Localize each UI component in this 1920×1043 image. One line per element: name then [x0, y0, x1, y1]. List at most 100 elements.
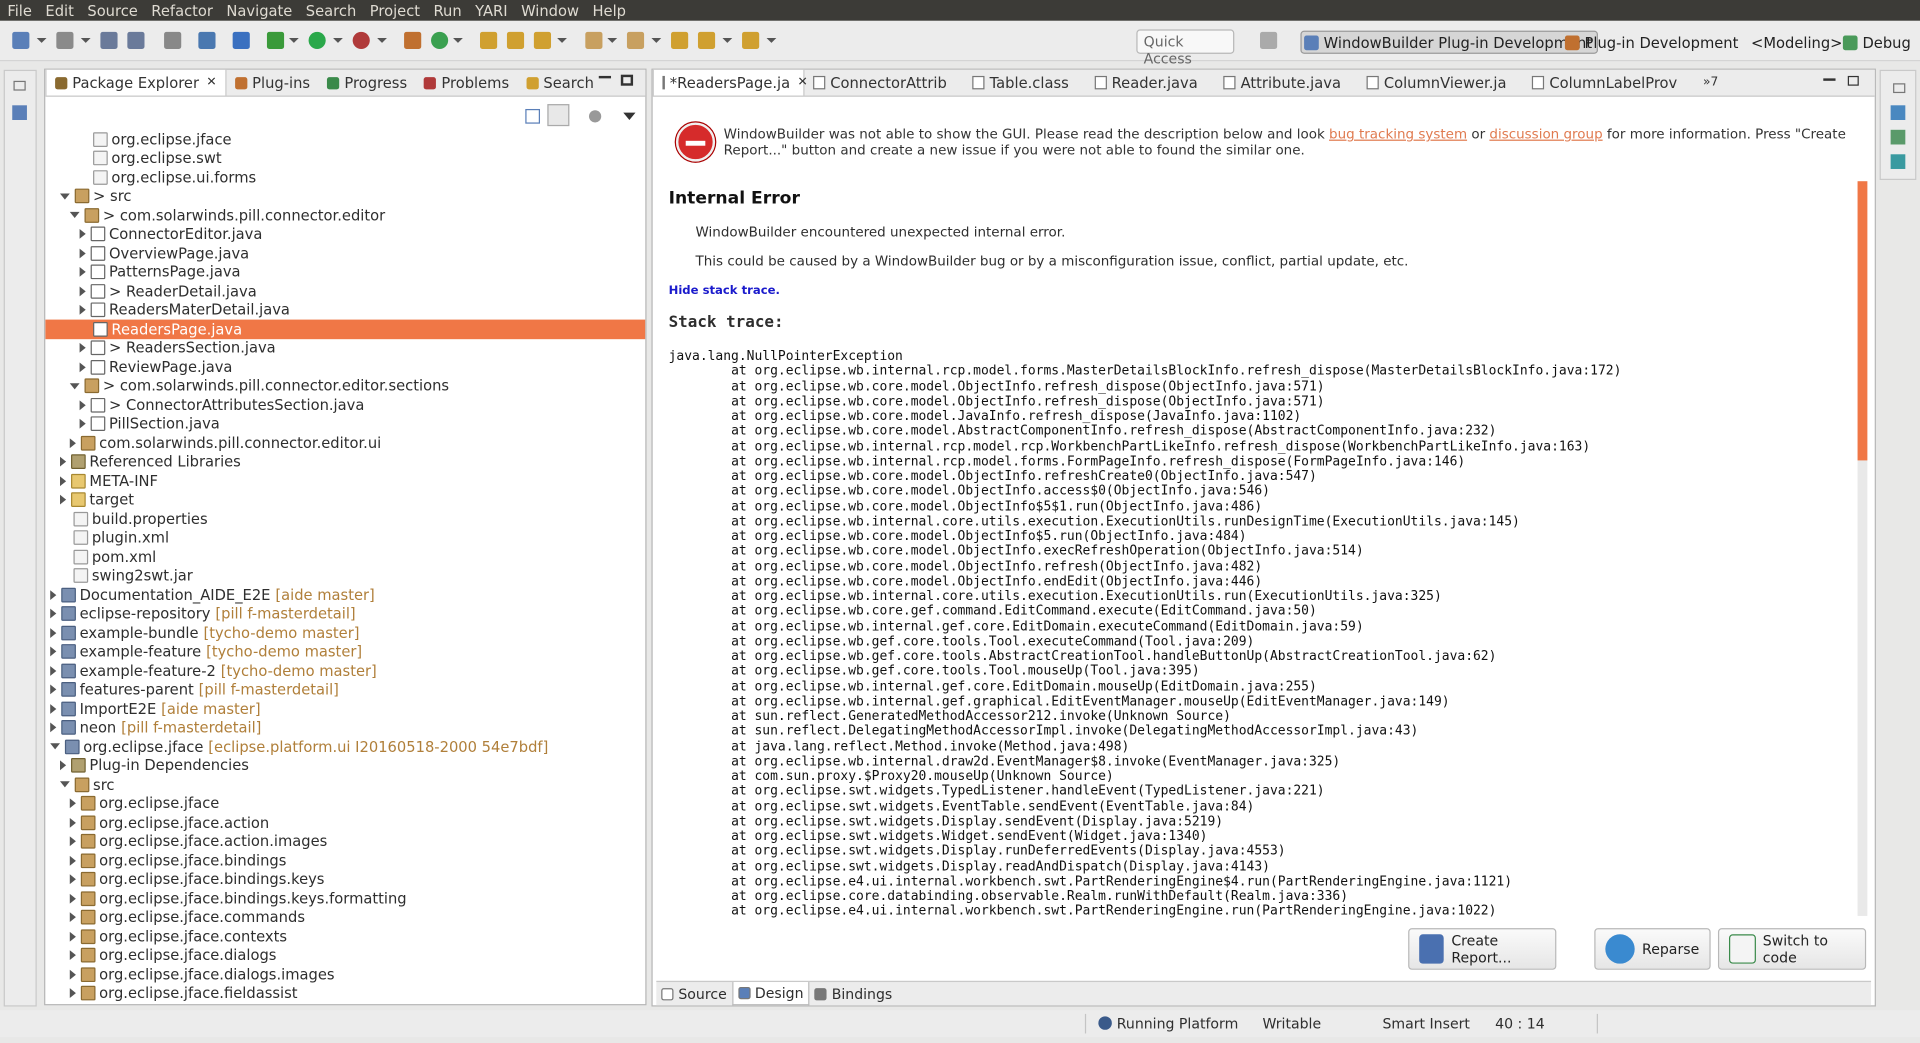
open-perspective-icon[interactable] [1260, 31, 1278, 49]
tree-item[interactable]: Documentation_AIDE_E2E [aide master] [45, 585, 645, 604]
tree-item[interactable]: ConnectorEditor.java [45, 225, 645, 244]
next-annotation-icon[interactable] [585, 31, 603, 49]
menu-yari[interactable]: YARI [475, 2, 507, 19]
collapsed-arrow-icon[interactable] [69, 874, 76, 885]
collapsed-arrow-icon[interactable] [79, 305, 86, 316]
forward-icon[interactable] [742, 31, 760, 49]
outline-view-icon[interactable] [1890, 105, 1906, 121]
task-list-icon[interactable] [1890, 129, 1906, 145]
collapsed-arrow-icon[interactable] [79, 267, 86, 278]
debug-dropdown-icon[interactable] [288, 37, 299, 43]
tree-item[interactable]: PillSection.java [45, 414, 645, 433]
back-icon[interactable] [697, 31, 716, 49]
tree-item[interactable]: org.eclipse.jface.bindings.keys.formatti… [45, 889, 645, 908]
tree-item[interactable]: > com.solarwinds.pill.connector.editor [45, 206, 645, 225]
back-dropdown-icon[interactable] [722, 37, 733, 43]
tree-item[interactable]: org.eclipse.jface.commands [45, 908, 645, 927]
tree-item[interactable]: > ReadersSection.java [45, 339, 645, 358]
collapsed-arrow-icon[interactable] [50, 589, 57, 600]
maximize-icon[interactable] [620, 74, 634, 86]
run-external-icon[interactable] [352, 31, 370, 49]
collapsed-arrow-icon[interactable] [60, 760, 67, 771]
new-type-dropdown-icon[interactable] [80, 37, 91, 43]
create-report-button[interactable]: Create Report... [1408, 928, 1557, 970]
expanded-arrow-icon[interactable] [60, 781, 70, 788]
tree-item[interactable]: META-INF [45, 471, 645, 490]
menu-help[interactable]: Help [592, 2, 626, 19]
perspective-1[interactable]: Plug-in Development [1564, 31, 1738, 54]
editor-tab-1[interactable]: ConnectorAttrib [804, 70, 963, 96]
tab-design[interactable]: Design [731, 982, 810, 1006]
tree-item[interactable]: OverviewPage.java [45, 244, 645, 263]
prev-annotation-dropdown-icon[interactable] [651, 37, 662, 43]
tree-item[interactable]: plugin.xml [45, 528, 645, 547]
close-icon[interactable]: ✕ [206, 76, 216, 89]
new-class-icon[interactable] [431, 31, 449, 49]
menu-refactor[interactable]: Refactor [151, 2, 213, 19]
collapsed-arrow-icon[interactable] [50, 665, 57, 676]
expanded-arrow-icon[interactable] [69, 382, 80, 390]
running-platform-status[interactable]: Running Platform [1117, 1015, 1239, 1032]
tree-item[interactable]: org.eclipse.swt [45, 149, 645, 168]
tree-item[interactable]: org.eclipse.jface.bindings.keys [45, 870, 645, 889]
tree-item[interactable]: org.eclipse.jface [45, 130, 645, 149]
quick-access-input[interactable]: Quick Access [1136, 29, 1235, 67]
editor-tab-4[interactable]: Attribute.java [1215, 70, 1358, 96]
collapsed-arrow-icon[interactable] [50, 646, 57, 657]
tree-item[interactable]: org.eclipse.jface.contexts [45, 927, 645, 946]
collapsed-arrow-icon[interactable] [50, 722, 57, 733]
open-type-icon[interactable] [480, 31, 498, 49]
tab-plug-ins[interactable]: Plug-ins [226, 70, 318, 96]
editor-tab-6[interactable]: ColumnLabelProv [1524, 70, 1695, 96]
editor-minimize-icon[interactable] [1823, 78, 1836, 81]
reparse-button[interactable]: Reparse [1594, 928, 1711, 970]
tab-progress[interactable]: Progress [319, 70, 416, 96]
save-all-icon[interactable] [127, 31, 145, 49]
tree-item[interactable]: features-parent [pill f-masterdetail] [45, 680, 645, 699]
tree-item[interactable]: example-feature [tycho-demo master] [45, 642, 645, 661]
skip-breakpoints-icon[interactable] [232, 31, 250, 49]
debug-icon[interactable] [266, 31, 285, 49]
tree-item[interactable]: swing2swt.jar [45, 566, 645, 585]
tab-search[interactable]: Search [518, 70, 603, 96]
restore-right-icon[interactable] [1893, 83, 1906, 94]
overflow-tabs-button[interactable]: »7 [1694, 70, 1726, 96]
collapsed-arrow-icon[interactable] [79, 343, 86, 353]
collapsed-arrow-icon[interactable] [50, 703, 57, 714]
tree-item[interactable]: example-feature-2 [tycho-demo master] [45, 661, 645, 680]
save-icon[interactable] [100, 31, 118, 49]
tree-item[interactable]: org.eclipse.jface.dialogs.images [45, 965, 645, 984]
collapsed-arrow-icon[interactable] [69, 988, 76, 999]
tree-item[interactable]: ImportE2E [aide master] [45, 699, 645, 718]
tab-problems[interactable]: Problems [416, 70, 518, 96]
tree-item[interactable]: > src [45, 187, 645, 206]
new-package-icon[interactable] [404, 31, 422, 49]
editor-maximize-icon[interactable] [1847, 75, 1859, 86]
tree-item[interactable]: > ReaderDetail.java [45, 282, 645, 301]
tree-item[interactable]: example-bundle [tycho-demo master] [45, 623, 645, 642]
tree-item[interactable]: com.solarwinds.pill.connector.editor.ui [45, 433, 645, 452]
restore-icon[interactable] [13, 80, 26, 91]
next-annotation-dropdown-icon[interactable] [607, 37, 618, 43]
editor-tab-3[interactable]: Reader.java [1086, 70, 1215, 96]
collapsed-arrow-icon[interactable] [69, 798, 76, 809]
menu-source[interactable]: Source [87, 2, 137, 19]
tree-item[interactable]: org.eclipse.jface.fieldassist [45, 984, 645, 1003]
tree-item[interactable]: build.properties [45, 509, 645, 528]
menu-window[interactable]: Window [521, 2, 579, 19]
collapsed-arrow-icon[interactable] [69, 855, 76, 866]
new-icon[interactable] [12, 31, 30, 49]
terminal-icon[interactable] [198, 31, 216, 49]
new-dropdown-icon[interactable] [36, 37, 47, 43]
menu-navigate[interactable]: Navigate [226, 2, 292, 19]
minimize-icon[interactable] [598, 75, 612, 79]
tree-item[interactable]: org.eclipse.jface [45, 794, 645, 813]
editor-tab-2[interactable]: Table.class [964, 70, 1086, 96]
forward-dropdown-icon[interactable] [766, 37, 777, 43]
menu-run[interactable]: Run [434, 2, 462, 19]
last-edit-icon[interactable] [671, 31, 689, 49]
link-editor-icon[interactable] [547, 104, 570, 127]
menu-file[interactable]: File [7, 2, 32, 19]
outline-icon[interactable] [12, 105, 27, 121]
expanded-arrow-icon[interactable] [50, 743, 61, 750]
